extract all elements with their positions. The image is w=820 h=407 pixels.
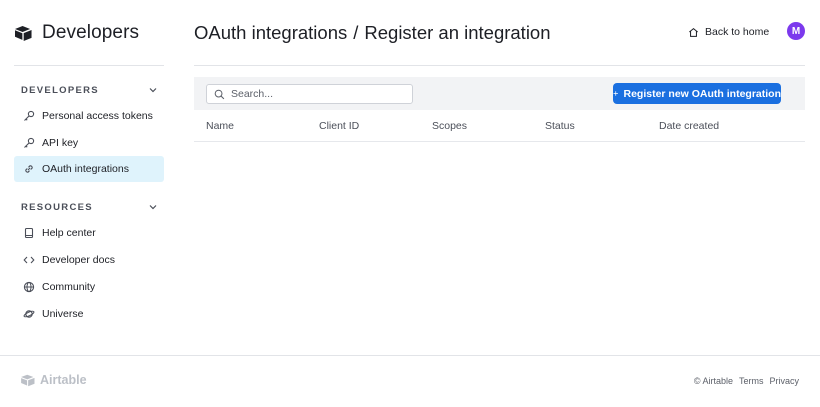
sidebar-item-label: Help center xyxy=(42,227,96,239)
footer-link-terms[interactable]: Terms xyxy=(739,376,764,386)
footer-logo-text: Airtable xyxy=(40,373,87,387)
plus-icon xyxy=(613,91,618,96)
section-title: RESOURCES xyxy=(21,201,93,213)
sidebar-item-help-center[interactable]: Help center xyxy=(14,220,164,246)
key-icon xyxy=(24,110,35,121)
sidebar-item-label: Community xyxy=(42,281,96,293)
sidebar-item-universe[interactable]: Universe xyxy=(14,301,164,327)
sidebar-item-personal-access-tokens[interactable]: Personal access tokens xyxy=(14,103,164,129)
sidebar-item-label: Developer docs xyxy=(42,254,115,266)
search-input[interactable] xyxy=(231,88,401,100)
register-button-label: Register new OAuth integration xyxy=(623,87,781,100)
airtable-logo-icon xyxy=(21,374,35,386)
chevron-down-icon xyxy=(149,88,157,93)
brand-name: Developers xyxy=(42,22,140,43)
sidebar-item-oauth-integrations[interactable]: OAuth integrations xyxy=(14,156,164,182)
section-resources-header[interactable]: RESOURCES xyxy=(14,200,164,214)
key-icon xyxy=(24,137,35,148)
breadcrumb-separator: / xyxy=(353,22,359,43)
footer-divider xyxy=(0,355,820,356)
footer-link-privacy[interactable]: Privacy xyxy=(769,376,799,386)
sidebar-item-label: Personal access tokens xyxy=(42,110,153,122)
home-icon xyxy=(689,27,698,37)
search-box[interactable] xyxy=(206,84,413,104)
sidebar-item-label: Universe xyxy=(42,308,84,320)
column-header-date-created[interactable]: Date created xyxy=(659,120,719,132)
airtable-box-icon xyxy=(15,25,32,41)
sidebar-item-api-key[interactable]: API key xyxy=(14,130,164,156)
column-header-status[interactable]: Status xyxy=(545,120,575,132)
sidebar-divider xyxy=(14,65,164,66)
table-header: Name Client ID Scopes Status Date create… xyxy=(194,110,805,142)
footer-logo[interactable]: Airtable xyxy=(20,373,87,387)
section-developers-header[interactable]: DEVELOPERS xyxy=(14,83,164,97)
footer-copyright: © Airtable xyxy=(693,376,733,386)
avatar[interactable]: M xyxy=(787,22,805,40)
planet-icon xyxy=(23,310,35,318)
breadcrumb-register-integration: Register an integration xyxy=(364,22,551,43)
globe-icon xyxy=(23,281,35,293)
page-title: OAuth integrations / Register an integrati… xyxy=(194,22,551,44)
brand[interactable]: Developers xyxy=(14,22,139,44)
column-header-name[interactable]: Name xyxy=(206,120,234,132)
chevron-down-icon xyxy=(149,205,157,210)
sidebar-item-label: API key xyxy=(42,137,79,149)
footer-links: © Airtable Terms Privacy xyxy=(694,376,799,386)
search-icon xyxy=(214,89,225,99)
back-to-home-label: Back to home xyxy=(705,26,770,38)
breadcrumb-oauth-integrations[interactable]: OAuth integrations xyxy=(194,22,347,43)
header-divider xyxy=(194,65,805,66)
register-oauth-integration-button[interactable]: Register new OAuth integration xyxy=(613,83,781,104)
link-icon xyxy=(25,165,33,173)
toolbar: Register new OAuth integration xyxy=(194,77,805,110)
back-to-home-link[interactable]: Back to home xyxy=(688,26,769,38)
column-header-scopes[interactable]: Scopes xyxy=(432,120,467,132)
sidebar-item-developer-docs[interactable]: Developer docs xyxy=(14,247,164,273)
sidebar-item-label: OAuth integrations xyxy=(42,163,129,175)
column-header-client-id[interactable]: Client ID xyxy=(319,120,359,132)
sidebar-item-community[interactable]: Community xyxy=(14,274,164,300)
code-icon xyxy=(23,256,35,264)
section-title: DEVELOPERS xyxy=(21,84,99,96)
book-icon xyxy=(24,227,34,239)
